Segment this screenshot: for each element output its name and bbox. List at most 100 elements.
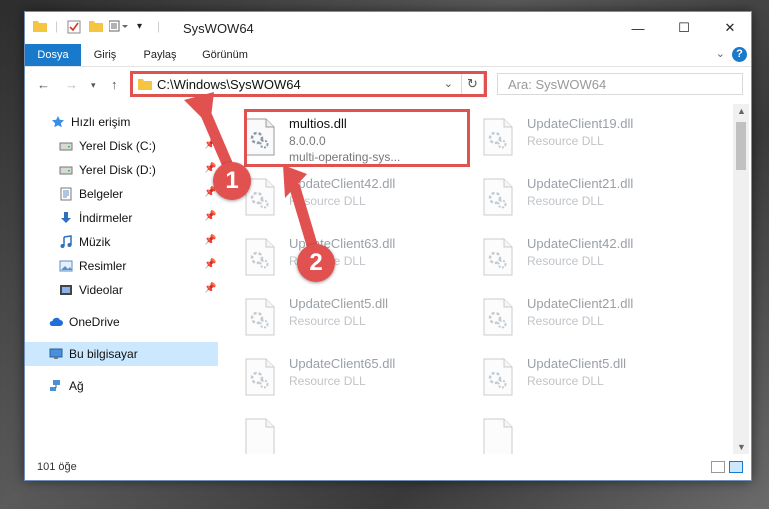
drive-icon: [59, 142, 73, 151]
dll-file-icon: [483, 298, 513, 336]
sidebar-item-onedrive[interactable]: OneDrive: [25, 310, 218, 334]
file-item[interactable]: UpdateClient42.dll Resource DLL: [471, 232, 701, 286]
help-icon[interactable]: ?: [732, 47, 747, 62]
file-name: UpdateClient42.dll: [527, 236, 634, 251]
file-item[interactable]: [233, 412, 463, 454]
customize-toolbar-icon[interactable]: ▾: [137, 21, 142, 32]
close-button[interactable]: ✕: [707, 12, 753, 44]
forward-icon[interactable]: →: [65, 77, 78, 92]
scroll-down-icon[interactable]: ▼: [737, 442, 746, 452]
navigation-bar: ← → ▾ ↑ C:\Windows\SysWOW64 ⌄ ↻ Ara: Sys…: [25, 68, 751, 102]
dll-file-icon: [483, 178, 513, 216]
item-count: 101 öğe: [37, 461, 77, 473]
details-view-icon[interactable]: [711, 461, 725, 473]
sidebar-item-label: Belgeler: [79, 187, 124, 201]
file-description: Resource DLL: [289, 314, 366, 328]
star-icon: [52, 116, 64, 128]
dll-file-icon: [483, 238, 513, 276]
file-description: Resource DLL: [289, 374, 366, 388]
folder-icon[interactable]: [33, 20, 47, 32]
navigation-pane: Hızlı erişim Yerel Disk (C:) 📌 Yerel Dis…: [25, 108, 218, 454]
sidebar-item-local-disk-c[interactable]: Yerel Disk (C:) 📌: [25, 134, 218, 158]
dll-file-icon: [245, 418, 275, 454]
pin-icon[interactable]: 📌: [204, 211, 216, 222]
dll-file-icon: [483, 418, 513, 454]
pictures-icon: [59, 260, 73, 272]
cloud-icon: [49, 317, 63, 326]
file-item[interactable]: UpdateClient63.dll Resource DLL: [233, 232, 463, 286]
file-item[interactable]: UpdateClient19.dll Resource DLL: [471, 112, 701, 166]
minimize-button[interactable]: —: [615, 12, 661, 44]
sidebar-item-label: Videolar: [79, 283, 123, 297]
pin-icon[interactable]: 📌: [204, 139, 216, 150]
address-highlight: [130, 71, 487, 97]
file-description: Resource DLL: [527, 194, 604, 208]
file-description: Resource DLL: [527, 374, 604, 388]
file-item[interactable]: UpdateClient5.dll Resource DLL: [471, 352, 701, 406]
tab-gorunum[interactable]: Görünüm: [197, 44, 253, 66]
new-folder-icon[interactable]: [89, 20, 103, 32]
tab-paylas[interactable]: Paylaş: [137, 44, 183, 66]
tiles-view-icon[interactable]: [729, 461, 743, 473]
video-icon: [60, 285, 72, 295]
sidebar-item-documents[interactable]: Belgeler 📌: [25, 182, 218, 206]
network-icon: [50, 380, 60, 391]
file-description: Resource DLL: [527, 134, 604, 148]
sidebar-item-this-pc[interactable]: Bu bilgisayar: [25, 342, 218, 366]
scroll-thumb[interactable]: [736, 122, 746, 170]
maximize-button[interactable]: ☐: [661, 12, 707, 44]
sidebar-item-label: Bu bilgisayar: [69, 347, 138, 361]
file-description: Resource DLL: [527, 254, 604, 268]
computer-icon: [49, 348, 63, 359]
sidebar-item-downloads[interactable]: İndirmeler 📌: [25, 206, 218, 230]
scroll-up-icon[interactable]: ▲: [737, 106, 746, 116]
pin-icon[interactable]: 📌: [204, 235, 216, 246]
back-icon[interactable]: ←: [37, 77, 50, 92]
file-item[interactable]: UpdateClient5.dll Resource DLL: [233, 292, 463, 346]
ribbon-tabs: Dosya Giriş Paylaş Görünüm ⌄ ?: [25, 44, 751, 67]
view-menu-icon[interactable]: [109, 20, 129, 32]
status-bar: 101 öğe: [25, 456, 751, 480]
pin-icon[interactable]: 📌: [204, 259, 216, 270]
file-name: UpdateClient19.dll: [527, 116, 634, 131]
properties-icon[interactable]: [67, 20, 81, 34]
explorer-window: | ▾ | SysWOW64 — ☐ ✕ Dosya Giriş Paylaş …: [24, 11, 752, 481]
file-description: Resource DLL: [527, 314, 604, 328]
sidebar-item-local-disk-d[interactable]: Yerel Disk (D:) 📌: [25, 158, 218, 182]
file-name: UpdateClient5.dll: [289, 296, 389, 311]
file-item[interactable]: UpdateClient21.dll Resource DLL: [471, 172, 701, 226]
download-icon: [61, 212, 71, 223]
file-name: UpdateClient65.dll: [289, 356, 396, 371]
tab-dosya[interactable]: Dosya: [25, 44, 81, 66]
dll-file-icon: [245, 298, 275, 336]
step-badge-2: 2: [297, 244, 335, 282]
drive-icon: [59, 166, 73, 175]
view-switcher: [711, 461, 743, 473]
sidebar-item-label: Yerel Disk (D:): [79, 163, 156, 177]
sidebar-item-videos[interactable]: Videolar 📌: [25, 278, 218, 302]
file-item[interactable]: UpdateClient21.dll Resource DLL: [471, 292, 701, 346]
step-badge-1: 1: [213, 162, 251, 200]
recent-locations-icon[interactable]: ▾: [91, 80, 96, 91]
sidebar-item-quick-access[interactable]: Hızlı erişim: [25, 110, 218, 134]
separator: |: [55, 19, 59, 33]
up-icon[interactable]: ↑: [111, 77, 118, 92]
tab-giris[interactable]: Giriş: [85, 44, 125, 66]
file-name: UpdateClient5.dll: [527, 356, 627, 371]
dll-file-icon: [245, 358, 275, 396]
sidebar-item-network[interactable]: Ağ: [25, 374, 218, 398]
vertical-scrollbar[interactable]: ▲ ▼: [733, 104, 749, 454]
file-item[interactable]: [471, 412, 701, 454]
sidebar-item-music[interactable]: Müzik 📌: [25, 230, 218, 254]
pin-icon[interactable]: 📌: [204, 283, 216, 294]
file-name: UpdateClient21.dll: [527, 176, 634, 191]
expand-ribbon-icon[interactable]: ⌄: [716, 47, 725, 60]
file-item[interactable]: UpdateClient42.dll Resource DLL: [233, 172, 463, 226]
search-input[interactable]: Ara: SysWOW64: [497, 73, 743, 95]
title-bar: | ▾ | SysWOW64 — ☐ ✕: [25, 12, 751, 44]
separator: |: [157, 19, 161, 33]
file-name: UpdateClient21.dll: [527, 296, 634, 311]
sidebar-item-pictures[interactable]: Resimler 📌: [25, 254, 218, 278]
sidebar-item-label: Müzik: [79, 235, 111, 249]
file-item[interactable]: UpdateClient65.dll Resource DLL: [233, 352, 463, 406]
